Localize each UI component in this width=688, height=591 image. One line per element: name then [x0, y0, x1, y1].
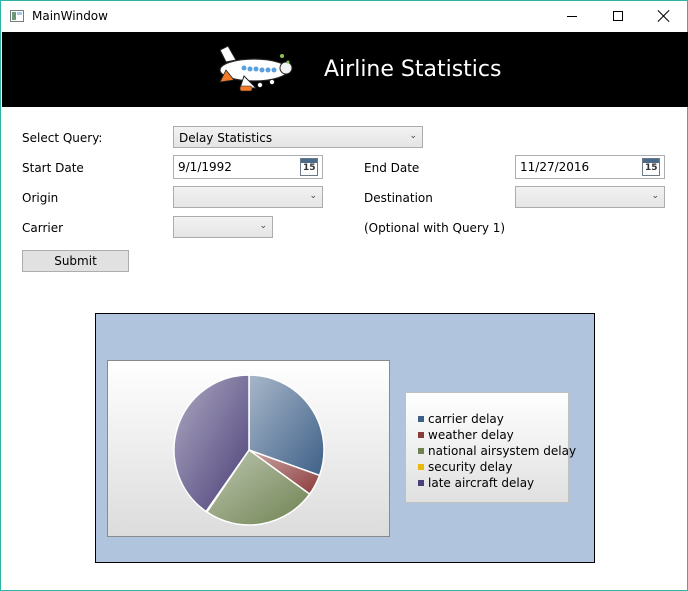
window-app-icon: [10, 10, 24, 22]
legend-item: carrier delay: [418, 412, 504, 426]
main-window: MainWindow Airline Statistics Select Que…: [0, 0, 688, 591]
submit-button[interactable]: Submit: [22, 250, 129, 272]
start-date-picker[interactable]: 9/1/1992 15: [173, 155, 323, 179]
select-query-label: Select Query:: [22, 131, 103, 145]
destination-combobox[interactable]: ⌄: [515, 186, 665, 208]
minimize-button[interactable]: [549, 1, 595, 31]
legend-label: weather delay: [428, 428, 514, 442]
legend-item: national airsystem delay: [418, 444, 576, 458]
maximize-button[interactable]: [595, 1, 641, 31]
end-date-value: 11/27/2016: [520, 160, 590, 174]
legend-swatch: [418, 416, 424, 422]
legend-swatch: [418, 464, 424, 470]
minimize-icon: [567, 15, 577, 17]
origin-label: Origin: [22, 191, 59, 205]
close-icon: [658, 10, 670, 22]
legend-swatch: [418, 448, 424, 454]
legend-label: late aircraft delay: [428, 476, 535, 490]
origin-combobox[interactable]: ⌄: [173, 186, 323, 208]
chart-plot-area: [107, 360, 390, 537]
calendar-icon[interactable]: 15: [300, 158, 318, 176]
header-banner: Airline Statistics: [2, 32, 688, 107]
legend-swatch: [418, 480, 424, 486]
carrier-combobox[interactable]: ⌄: [173, 216, 273, 238]
chart-legend: carrier delay weather delay national airsy…: [405, 392, 576, 503]
window-title: MainWindow: [32, 9, 108, 23]
close-button[interactable]: [641, 1, 687, 31]
chevron-down-icon: ⌄: [409, 131, 417, 141]
select-query-value: Delay Statistics: [179, 131, 273, 145]
legend-item: security delay: [418, 460, 513, 474]
carrier-optional-note: (Optional with Query 1): [364, 221, 506, 235]
chevron-down-icon: ⌄: [259, 221, 267, 231]
delay-chart: carrier delay weather delay national airsy…: [95, 313, 595, 563]
legend-item: weather delay: [418, 428, 514, 442]
destination-label: Destination: [364, 191, 433, 205]
banner-title: Airline Statistics: [324, 57, 502, 82]
carrier-label: Carrier: [22, 221, 64, 235]
end-date-picker[interactable]: 11/27/2016 15: [515, 155, 665, 179]
title-bar[interactable]: MainWindow: [1, 1, 687, 31]
select-query-combobox[interactable]: Delay Statistics ⌄: [173, 126, 423, 148]
airplane-cartoon-image: [219, 45, 293, 92]
end-date-label: End Date: [364, 161, 420, 175]
start-date-label: Start Date: [22, 161, 84, 175]
start-date-value: 9/1/1992: [178, 160, 232, 174]
legend-swatch: [418, 432, 424, 438]
pie-chart: [173, 374, 325, 526]
legend-label: security delay: [428, 460, 513, 474]
maximize-icon: [613, 11, 623, 21]
legend-label: national airsystem delay: [428, 444, 577, 458]
legend-item: late aircraft delay: [418, 476, 534, 490]
legend-label: carrier delay: [428, 412, 504, 426]
chevron-down-icon: ⌄: [651, 191, 659, 201]
calendar-icon[interactable]: 15: [642, 158, 660, 176]
chevron-down-icon: ⌄: [309, 191, 317, 201]
